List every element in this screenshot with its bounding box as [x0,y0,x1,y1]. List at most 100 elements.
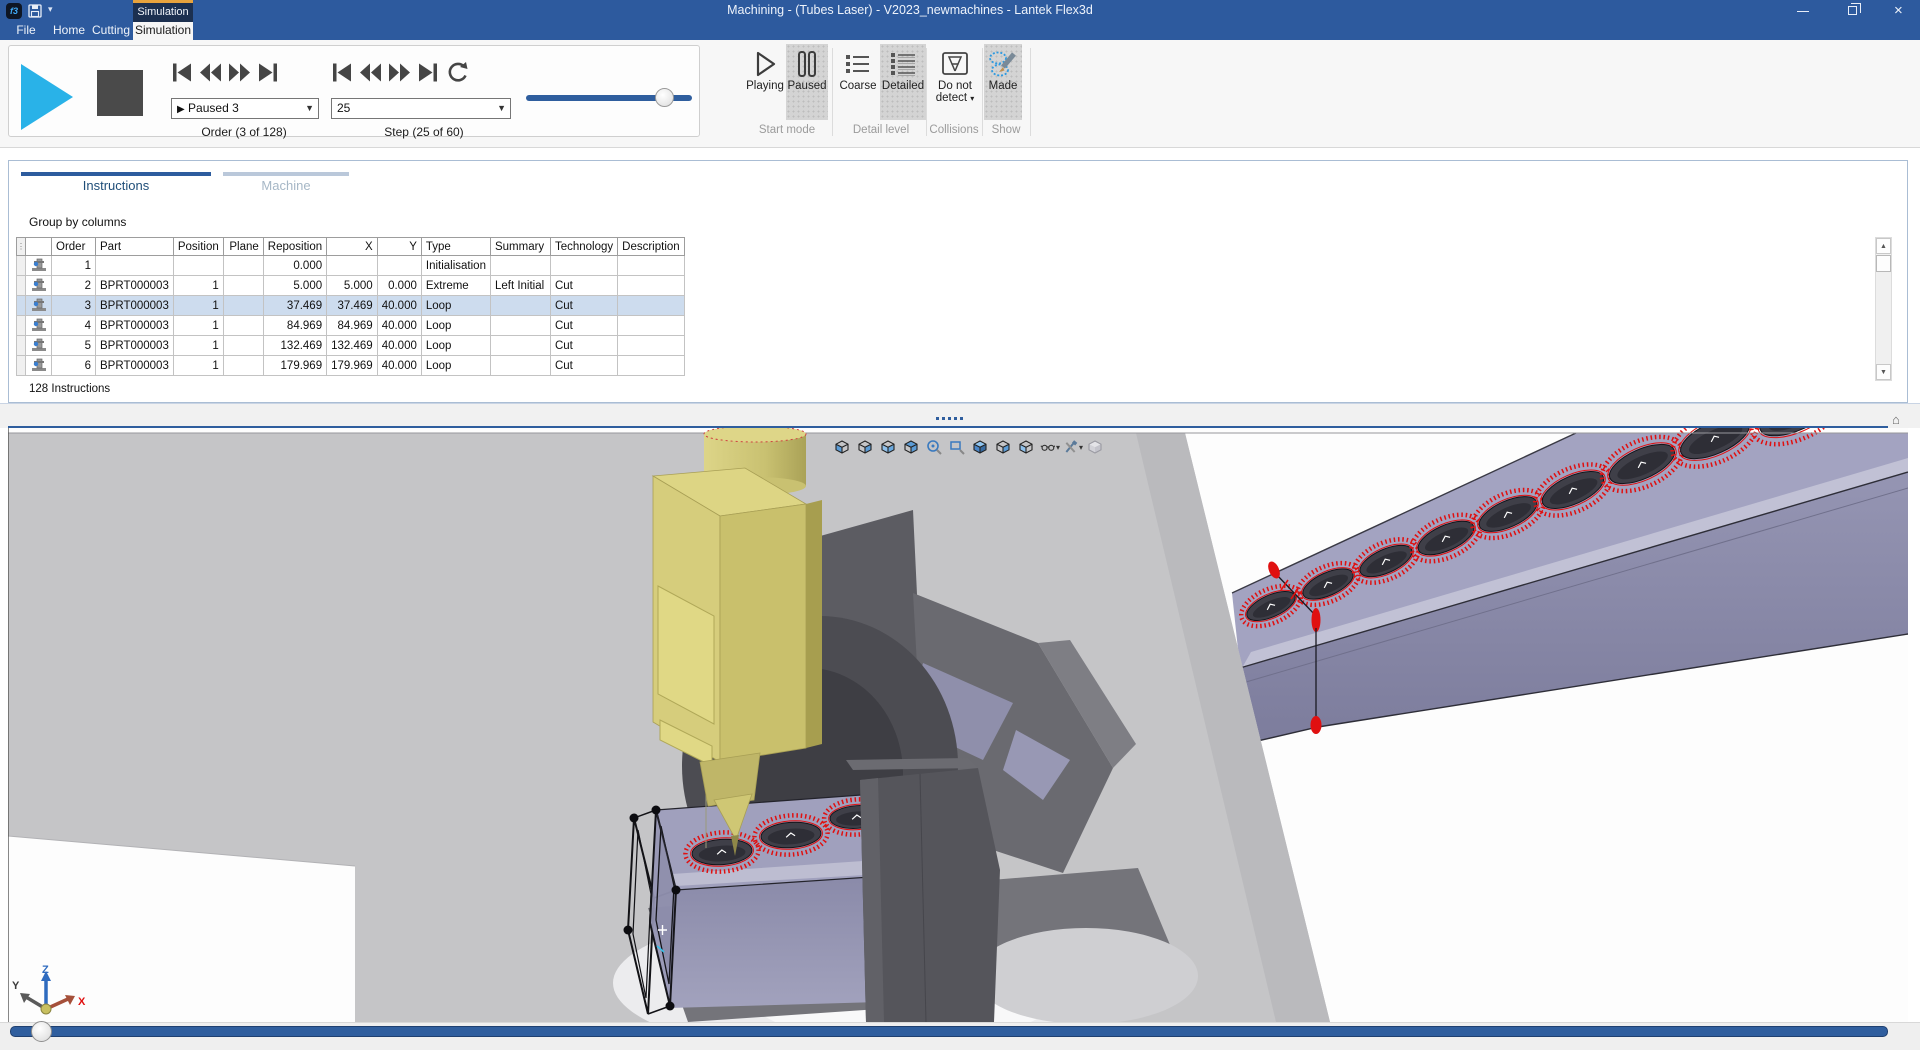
tab-home[interactable]: Home [52,22,86,40]
step-caption: Step (25 of 60) [329,125,519,139]
replay-icon[interactable] [445,60,470,85]
fast-forward-icon[interactable] [227,60,252,85]
instructions-table: ⋮OrderPartPositionPlaneRepositionXYTypeS… [16,237,685,376]
order-combobox[interactable]: ▶ Paused 3▼ [171,98,319,119]
window-title: Machining - (Tubes Laser) - V2023_newmac… [560,3,1260,17]
pause-outline-icon [791,48,823,80]
tab-cutting[interactable]: Cutting [90,22,132,40]
skip-first-icon[interactable] [329,60,354,85]
view-front-cube-icon[interactable] [879,437,899,457]
axis-x-label: X [78,996,86,1008]
skip-last-icon[interactable] [256,60,281,85]
table-row[interactable]: 10.000Initialisation [17,256,685,276]
step-combobox[interactable]: 25▼ [331,98,511,119]
scrollbar-thumb[interactable] [1876,255,1891,272]
ghost-cube-icon[interactable] [1086,437,1106,457]
instruction-machine-icon [30,297,48,312]
col-header-part[interactable]: Part [96,238,174,256]
rewind-icon[interactable] [198,60,223,85]
bottom-bar [0,1022,1920,1050]
paused-button[interactable]: Paused [786,44,828,120]
group-by-columns-label[interactable]: Group by columns [29,215,126,229]
minimize-button[interactable] [1786,0,1820,22]
rewind-icon[interactable] [358,60,383,85]
skip-last-icon[interactable] [416,60,441,85]
speed-slider-thumb[interactable] [655,88,674,107]
tab-instructions[interactable]: Instructions [21,178,211,193]
zoom-window-icon[interactable] [948,437,968,457]
table-scrollbar[interactable]: ▲ ▼ [1875,237,1892,381]
chuck-front [846,758,1000,1022]
splitter-grip-icon[interactable] [936,417,963,420]
tools-icon[interactable]: ▾ [1063,437,1083,457]
3d-viewport[interactable] [8,428,1908,1022]
viewport-left-edge [8,428,9,1022]
axis-triad: Z Y X [10,963,94,1021]
group-detail-level: Detail level [838,124,924,136]
instruction-machine-icon [30,257,48,272]
list-detailed-icon [887,48,919,80]
app-icon[interactable]: f3 [6,3,22,19]
col-header-plane[interactable]: Plane [223,238,263,256]
close-button[interactable]: × [1884,0,1918,22]
scroll-up-icon[interactable]: ▲ [1876,238,1891,254]
tab-file[interactable]: File [10,22,42,40]
titlebar: f3 ▾ Simulation Machining - (Tubes Laser… [0,0,1920,22]
tab-machine[interactable]: Machine [223,178,349,193]
tab-simulation[interactable]: Simulation [133,22,193,40]
col-header-summary[interactable]: Summary [490,238,550,256]
made-circles-pencil-icon [987,48,1019,80]
table-row[interactable]: 5BPRT0000031132.469132.46940.000LoopCut [17,336,685,356]
view-options-glasses-icon[interactable]: ▾ [1040,437,1060,457]
play-button[interactable] [21,64,73,130]
made-button[interactable]: Made [984,44,1022,120]
instruction-machine-icon [30,277,48,292]
instruction-machine-icon [30,317,48,332]
col-header-technology[interactable]: Technology [550,238,617,256]
axis-z-label: Z [42,964,49,976]
col-header-position[interactable]: Position [173,238,223,256]
view-bottom-cube-icon[interactable] [856,437,876,457]
panel-splitter[interactable]: ⌂ [0,403,1920,428]
order-transport [169,60,281,85]
simulation-progress-thumb[interactable] [31,1021,52,1042]
table-row[interactable]: 4BPRT000003184.96984.96940.000LoopCut [17,316,685,336]
col-header-x[interactable]: X [327,238,378,256]
iso-cube-icon[interactable] [971,437,991,457]
instructions-panel: Instructions Machine Group by columns ⋮O… [8,160,1908,403]
group-start-mode: Start mode [744,124,830,136]
group-collisions: Collisions [928,124,980,136]
table-row[interactable]: 3BPRT000003137.46937.46940.000LoopCut [17,296,685,316]
simulation-progress-track[interactable] [10,1026,1888,1037]
stop-button[interactable] [97,70,143,116]
ribbon: ▶ Paused 3▼ 25▼ Order (3 of 128) Step (2… [0,40,1920,148]
view-iso-right-cube-icon[interactable] [994,437,1014,457]
save-icon[interactable] [28,4,42,18]
qat-dropdown-icon[interactable]: ▾ [48,4,53,15]
view-left-cube-icon[interactable] [833,437,853,457]
skip-first-icon[interactable] [169,60,194,85]
contextual-tab-simulation[interactable]: Simulation [133,0,193,22]
table-row[interactable]: 6BPRT0000031179.969179.96940.000LoopCut [17,356,685,376]
col-header-reposition[interactable]: Reposition [263,238,326,256]
restore-button[interactable] [1836,0,1870,22]
play-outline-icon [749,48,781,80]
view-iso-left-cube-icon[interactable] [1017,437,1037,457]
view-top-cube-icon[interactable] [902,437,922,457]
fast-forward-icon[interactable] [387,60,412,85]
playing-button[interactable]: Playing [744,44,786,120]
table-row[interactable]: 2BPRT00000315.0005.0000.000ExtremeLeft I… [17,276,685,296]
col-header-description[interactable]: Description [618,238,685,256]
paused-state-icon: ▶ [177,104,185,115]
col-header-order[interactable]: Order [52,238,96,256]
instructions-count: 128 Instructions [29,383,110,395]
zoom-all-icon[interactable] [925,437,945,457]
collapse-panel-icon[interactable]: ⌂ [1892,412,1900,427]
coarse-button[interactable]: Coarse [838,44,878,120]
instruction-machine-icon [30,357,48,372]
col-header-type[interactable]: Type [421,238,490,256]
detailed-button[interactable]: Detailed [880,44,926,120]
scroll-down-icon[interactable]: ▼ [1876,364,1891,380]
do-not-detect-button[interactable]: Do not detect ▾ [930,44,980,120]
col-header-y[interactable]: Y [377,238,421,256]
